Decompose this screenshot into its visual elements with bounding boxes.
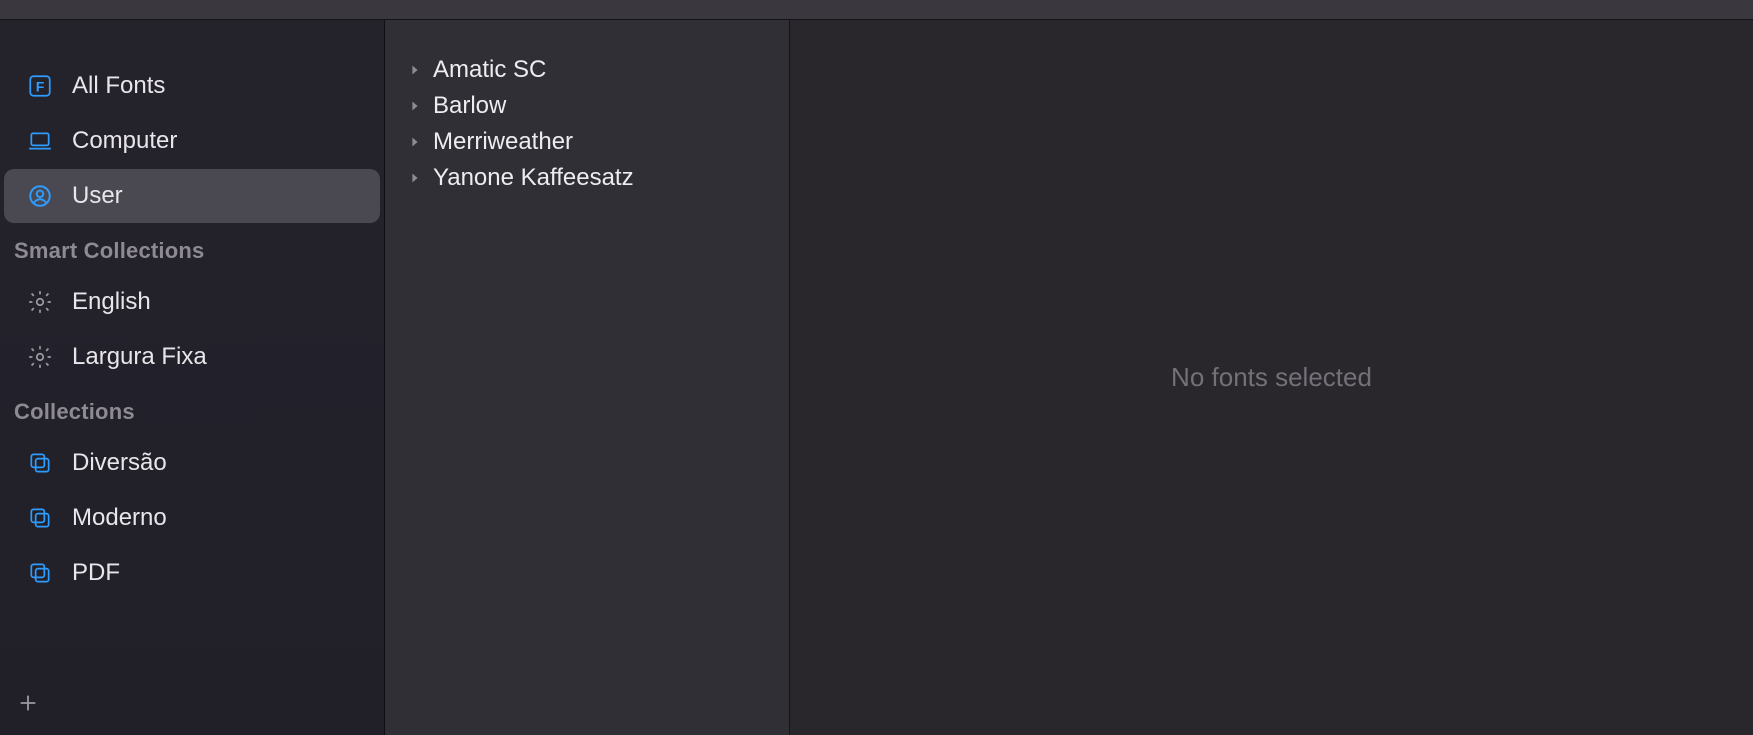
font-row[interactable]: Yanone Kaffeesatz	[385, 160, 789, 196]
sidebar-smart-section: English Largura Fixa	[0, 274, 384, 385]
add-collection-button[interactable]	[14, 689, 42, 717]
sidebar-item-pdf[interactable]: PDF	[4, 546, 380, 600]
font-name: Barlow	[433, 92, 789, 120]
sidebar-item-all-fonts[interactable]: F All Fonts	[4, 59, 380, 113]
font-name: Yanone Kaffeesatz	[433, 164, 789, 192]
sidebar-item-largura-fixa[interactable]: Largura Fixa	[4, 330, 380, 384]
sidebar-library-section: F All Fonts Computer	[0, 58, 384, 224]
chevron-right-icon[interactable]	[407, 170, 423, 186]
preview-placeholder: No fonts selected	[1171, 362, 1372, 393]
main-area: F All Fonts Computer	[0, 20, 1753, 735]
sidebar-item-moderno[interactable]: Moderno	[4, 491, 380, 545]
sidebar-footer	[0, 679, 384, 735]
sidebar-item-label: All Fonts	[72, 72, 364, 100]
sidebar-item-label: English	[72, 288, 364, 316]
sidebar-item-label: Computer	[72, 127, 364, 155]
collection-icon	[26, 449, 54, 477]
preview-pane: No fonts selected	[790, 20, 1753, 735]
toolbar	[0, 0, 1753, 20]
chevron-right-icon[interactable]	[407, 98, 423, 114]
sidebar-collections-section: Diversão Moderno PDF	[0, 435, 384, 601]
user-icon	[26, 182, 54, 210]
svg-text:F: F	[36, 78, 45, 94]
gear-icon	[26, 343, 54, 371]
font-row[interactable]: Merriweather	[385, 124, 789, 160]
font-name: Amatic SC	[433, 56, 789, 84]
sidebar-item-label: Diversão	[72, 449, 364, 477]
sidebar-item-computer[interactable]: Computer	[4, 114, 380, 168]
font-list: Amatic SC Barlow Merriweather Yanone Kaf…	[385, 20, 790, 735]
sidebar-item-label: Moderno	[72, 504, 364, 532]
sidebar-item-label: PDF	[72, 559, 364, 587]
collection-icon	[26, 559, 54, 587]
font-name: Merriweather	[433, 128, 789, 156]
sidebar-smart-header: Smart Collections	[0, 224, 384, 274]
sidebar-item-english[interactable]: English	[4, 275, 380, 329]
laptop-icon	[26, 127, 54, 155]
gear-icon	[26, 288, 54, 316]
collection-icon	[26, 504, 54, 532]
chevron-right-icon[interactable]	[407, 62, 423, 78]
font-icon: F	[26, 72, 54, 100]
sidebar: F All Fonts Computer	[0, 20, 385, 735]
chevron-right-icon[interactable]	[407, 134, 423, 150]
sidebar-collections-header: Collections	[0, 385, 384, 435]
font-row[interactable]: Barlow	[385, 88, 789, 124]
sidebar-item-user[interactable]: User	[4, 169, 380, 223]
font-row[interactable]: Amatic SC	[385, 52, 789, 88]
sidebar-item-label: User	[72, 182, 364, 210]
sidebar-item-diversao[interactable]: Diversão	[4, 436, 380, 490]
sidebar-item-label: Largura Fixa	[72, 343, 364, 371]
